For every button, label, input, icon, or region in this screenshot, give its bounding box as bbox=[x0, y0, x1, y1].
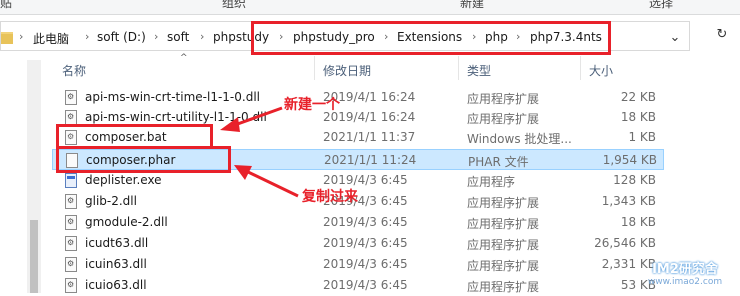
watermark-url: www.imao2.com bbox=[647, 277, 723, 287]
annotation-new-one: 新建一个 bbox=[284, 97, 340, 113]
watermark-title: IM2研究舍 bbox=[652, 262, 718, 277]
watermark: IM2研究舍 www.imao2.com bbox=[630, 258, 740, 287]
arrow-copied bbox=[245, 169, 299, 198]
arrow-head-new-one bbox=[220, 117, 240, 132]
annotation-copied: 复制过来 bbox=[302, 189, 358, 205]
arrow-new-one bbox=[231, 106, 283, 128]
annotation-arrows bbox=[220, 106, 299, 198]
